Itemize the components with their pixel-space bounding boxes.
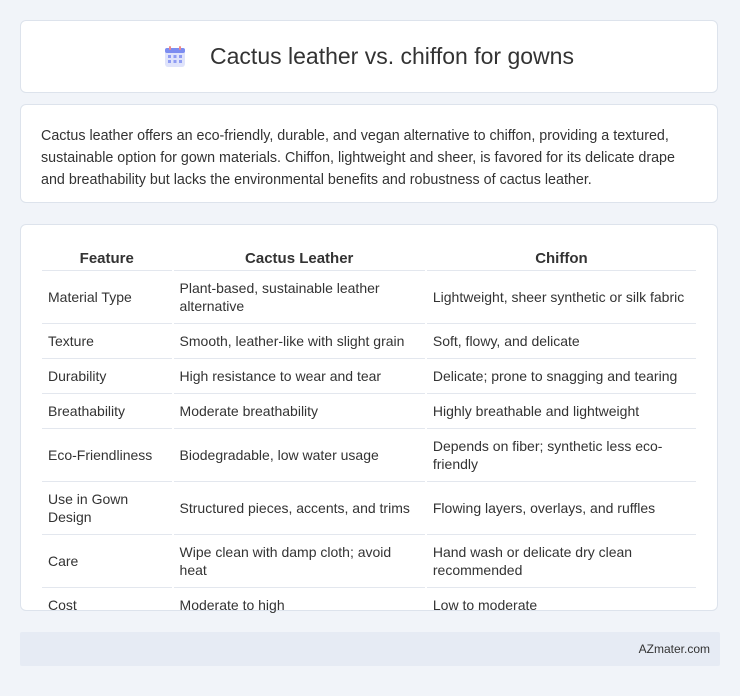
chiffon-cell: Depends on fiber; synthetic less eco-fri… bbox=[426, 429, 696, 482]
header-feature: Feature bbox=[42, 245, 172, 271]
calendar-icon bbox=[164, 45, 186, 68]
chiffon-cell: Low to moderate bbox=[432, 597, 538, 613]
chiffon-cell: Soft, flowy, and delicate bbox=[426, 324, 696, 359]
feature-cell: Material Type bbox=[42, 271, 172, 324]
chiffon-cell: Delicate; prone to snagging and tearing bbox=[426, 359, 696, 394]
cactus-leather-cell: Smooth, leather-like with slight grain bbox=[173, 324, 425, 359]
feature-cell: Durability bbox=[42, 359, 172, 394]
cactus-leather-cell: Moderate breathability bbox=[173, 394, 425, 429]
table-row: Material Type Plant-based, sustainable l… bbox=[42, 271, 696, 324]
comparison-table: Feature Cactus Leather Chiffon Material … bbox=[40, 245, 698, 622]
table-row: Breathability Moderate breathability Hig… bbox=[42, 394, 696, 429]
feature-cell: Breathability bbox=[42, 394, 172, 429]
chiffon-cell: Flowing layers, overlays, and ruffles bbox=[426, 482, 696, 535]
table-row: Cost Moderate to high Low to moderate bbox=[42, 588, 696, 622]
feature-cell: Use in Gown Design bbox=[42, 482, 172, 535]
cactus-leather-cell: Structured pieces, accents, and trims bbox=[173, 482, 425, 535]
intro-card: Cactus leather offers an eco-friendly, d… bbox=[20, 104, 718, 203]
comparison-table-card: Feature Cactus Leather Chiffon Material … bbox=[20, 224, 718, 613]
feature-cell: Texture bbox=[42, 324, 172, 359]
footer: AZmater.com bbox=[20, 632, 720, 666]
feature-cell: Care bbox=[42, 535, 172, 588]
title-card: Cactus leather vs. chiffon for gowns bbox=[20, 20, 718, 93]
chiffon-cell: Lightweight, sheer synthetic or silk fab… bbox=[426, 271, 696, 324]
feature-cell: Cost bbox=[48, 597, 77, 613]
cactus-leather-cell: Wipe clean with damp cloth; avoid heat bbox=[173, 535, 425, 588]
feature-cell: Eco-Friendliness bbox=[42, 429, 172, 482]
footer-site-name: AZmater.com bbox=[638, 642, 710, 656]
chiffon-cell: Highly breathable and lightweight bbox=[426, 394, 696, 429]
header-cactus-leather: Cactus Leather bbox=[173, 245, 425, 271]
table-row: Care Wipe clean with damp cloth; avoid h… bbox=[42, 535, 696, 588]
cactus-leather-cell: Biodegradable, low water usage bbox=[173, 429, 425, 482]
table-row: Eco-Friendliness Biodegradable, low wate… bbox=[42, 429, 696, 482]
cactus-leather-cell: Plant-based, sustainable leather alterna… bbox=[173, 271, 425, 324]
table-row: Durability High resistance to wear and t… bbox=[42, 359, 696, 394]
cactus-leather-cell: Moderate to high bbox=[179, 597, 285, 613]
cactus-leather-cell: High resistance to wear and tear bbox=[173, 359, 425, 394]
chiffon-cell: Hand wash or delicate dry clean recommen… bbox=[426, 535, 696, 588]
header-chiffon: Chiffon bbox=[426, 245, 696, 271]
intro-paragraph: Cactus leather offers an eco-friendly, d… bbox=[41, 128, 675, 188]
page-title: Cactus leather vs. chiffon for gowns bbox=[210, 43, 574, 69]
table-header-row: Feature Cactus Leather Chiffon bbox=[42, 245, 696, 271]
table-row: Use in Gown Design Structured pieces, ac… bbox=[42, 482, 696, 535]
table-row: Texture Smooth, leather-like with slight… bbox=[42, 324, 696, 359]
